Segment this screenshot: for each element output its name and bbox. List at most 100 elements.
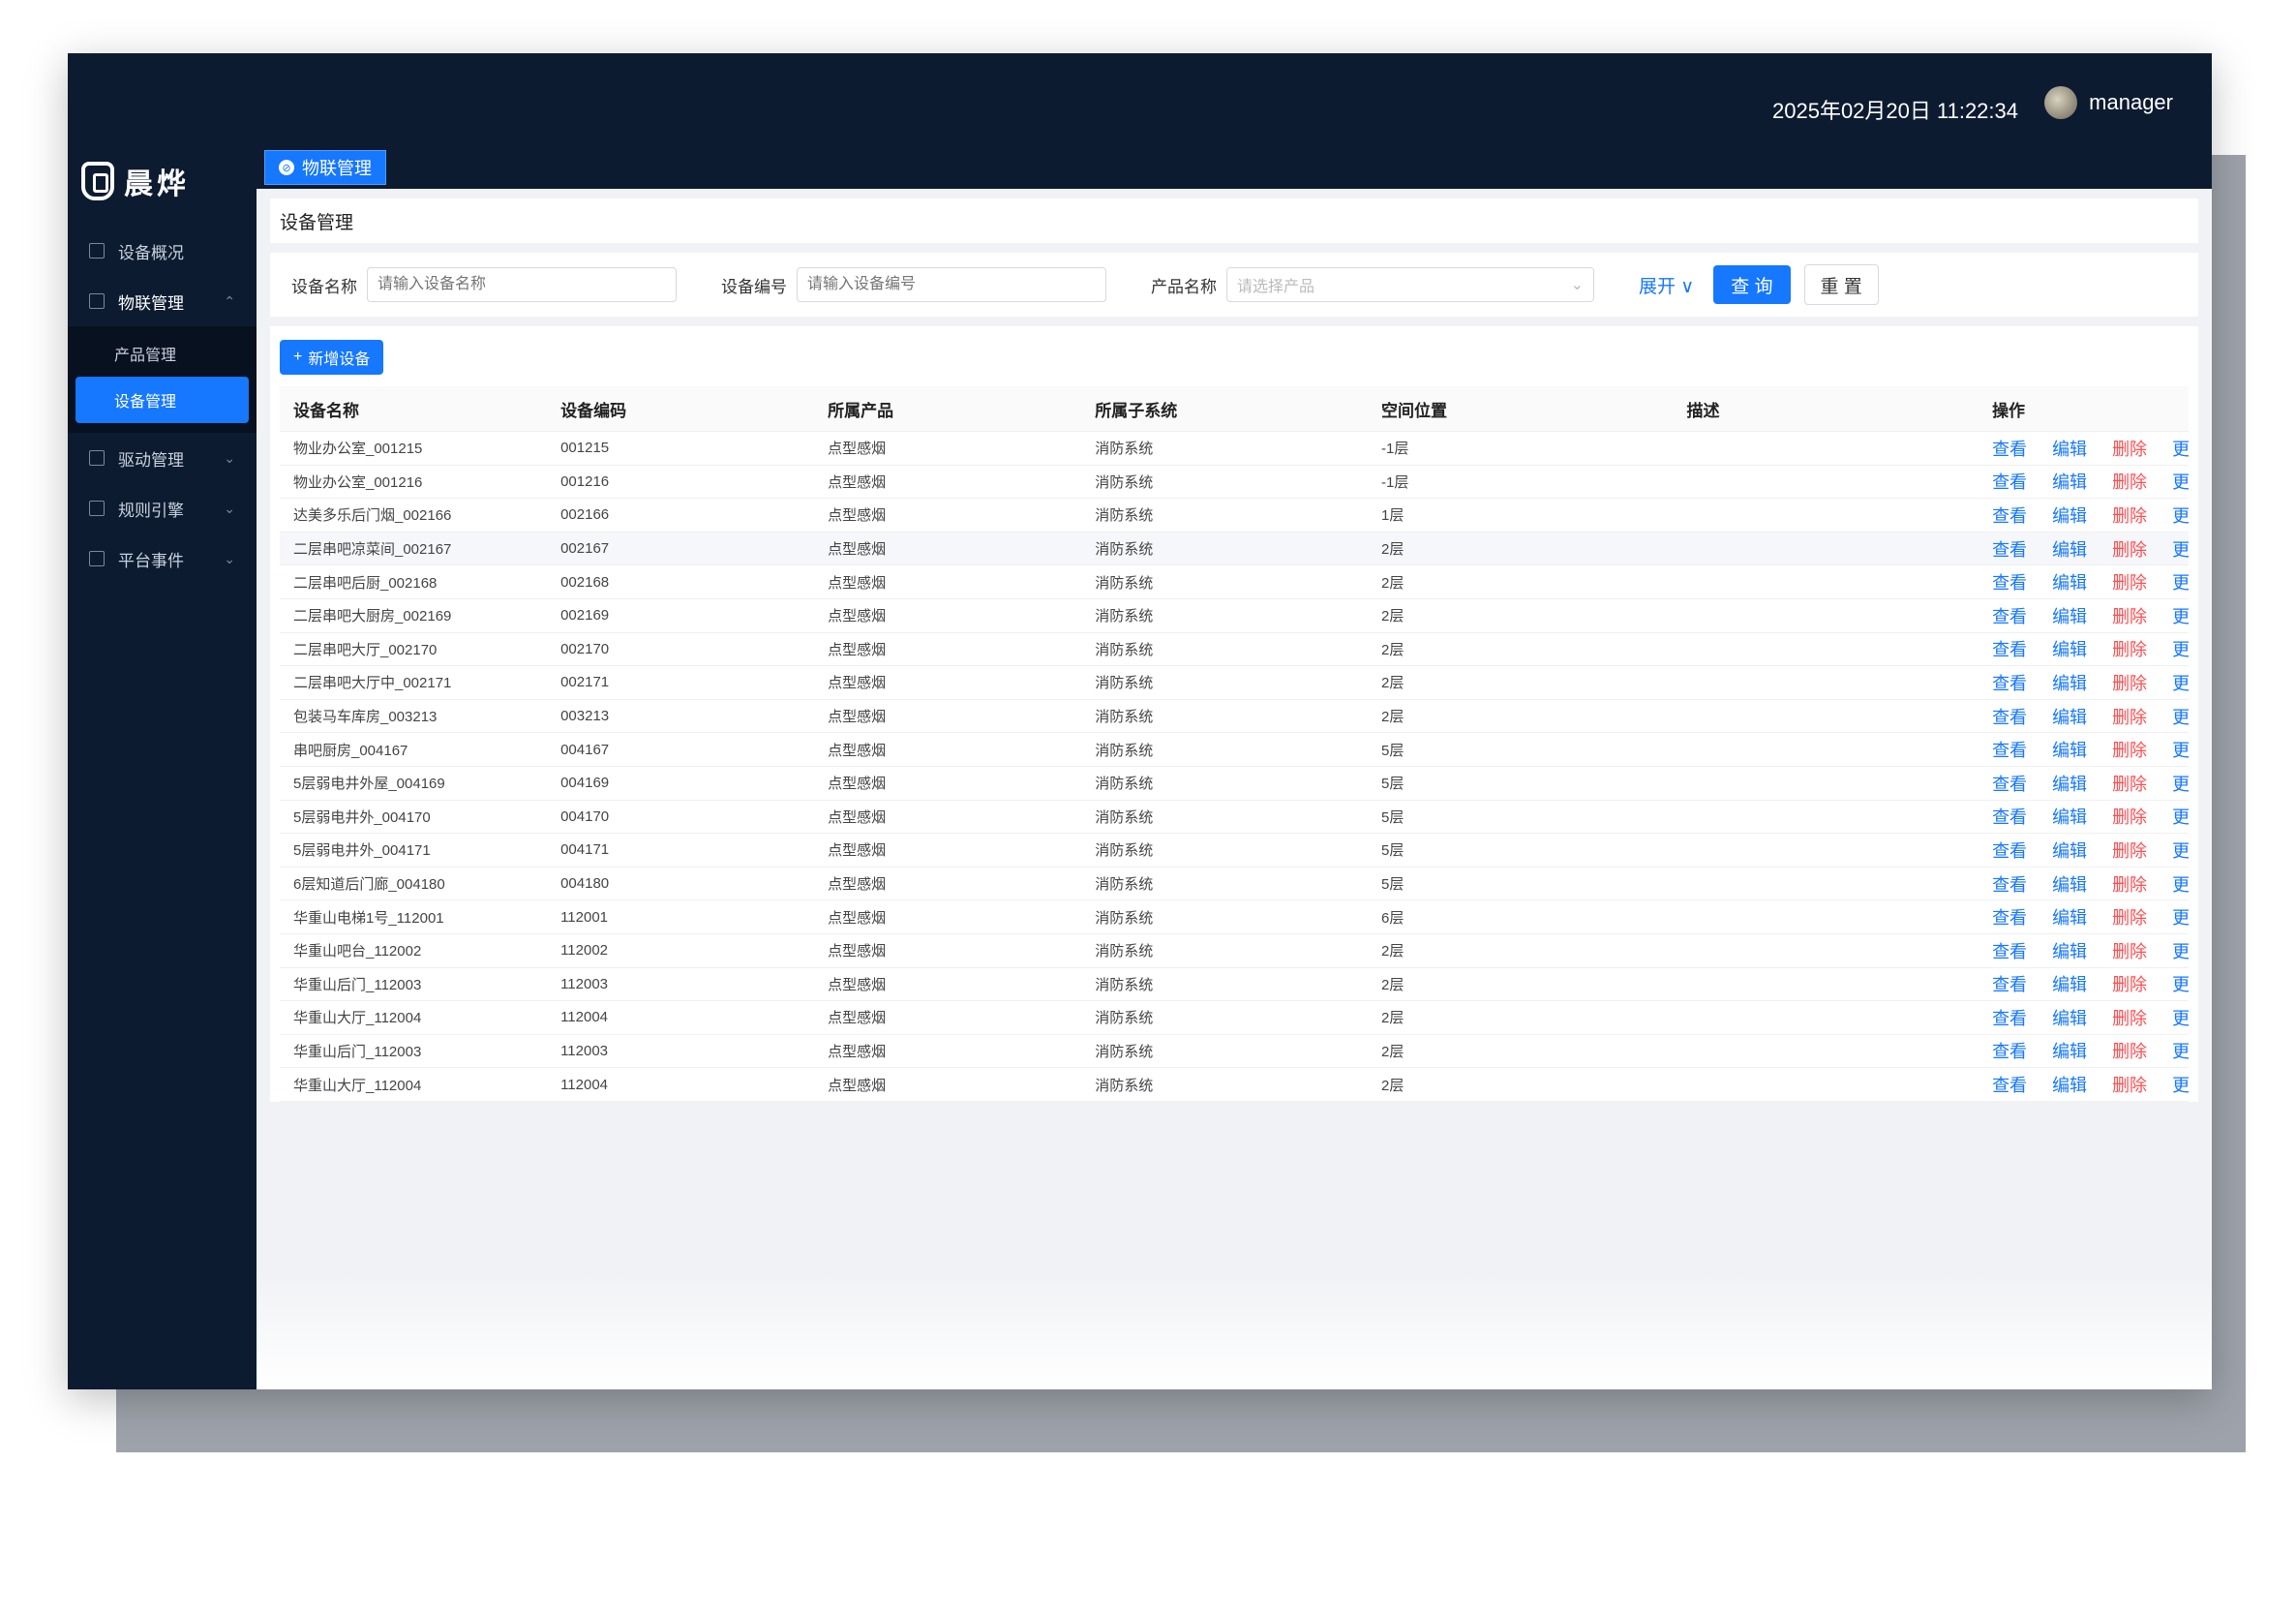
edit-link[interactable]: 编辑 [2052,603,2087,628]
view-link[interactable]: 查看 [1992,436,2027,461]
edit-link[interactable]: 编辑 [2052,536,2087,562]
view-link[interactable]: 查看 [1992,503,2027,528]
table-row[interactable]: 5层弱电井外_004171004171点型感烟消防系统5层 查看编辑删除更多 [280,833,2189,868]
view-link[interactable]: 查看 [1992,704,2027,729]
more-link[interactable]: 更多 [2172,536,2189,562]
view-link[interactable]: 查看 [1992,938,2027,963]
delete-link[interactable]: 删除 [2112,704,2147,729]
product-select[interactable]: 请选择产品 ⌄ [1226,267,1594,302]
delete-link[interactable]: 删除 [2112,1038,2147,1063]
table-row[interactable]: 物业办公室_001215001215点型感烟消防系统-1层 查看编辑删除更多 [280,431,2189,466]
view-link[interactable]: 查看 [1992,469,2027,494]
edit-link[interactable]: 编辑 [2052,938,2087,963]
delete-link[interactable]: 删除 [2112,1005,2147,1030]
table-row[interactable]: 华重山吧台_112002112002点型感烟消防系统2层 查看编辑删除更多 [280,933,2189,968]
table-row[interactable]: 二层串吧后厨_002168002168点型感烟消防系统2层 查看编辑删除更多 [280,564,2189,599]
more-link[interactable]: 更多 [2172,503,2189,528]
edit-link[interactable]: 编辑 [2052,436,2087,461]
edit-link[interactable]: 编辑 [2052,1038,2087,1063]
more-link[interactable]: 更多 [2172,871,2189,897]
more-link[interactable]: 更多 [2172,737,2189,762]
edit-link[interactable]: 编辑 [2052,871,2087,897]
delete-link[interactable]: 删除 [2112,569,2147,594]
sidebar-item-iot[interactable]: 物联管理 ⌃ [68,276,257,326]
table-row[interactable]: 二层串吧大厨房_002169002169点型感烟消防系统2层 查看编辑删除更多 [280,598,2189,633]
column-header[interactable]: 所属产品 [814,386,1082,432]
sidebar-item-platform-events[interactable]: 平台事件 ⌄ [68,533,257,584]
view-link[interactable]: 查看 [1992,971,2027,996]
delete-link[interactable]: 删除 [2112,603,2147,628]
more-link[interactable]: 更多 [2172,904,2189,929]
edit-link[interactable]: 编辑 [2052,838,2087,863]
sidebar-item-product-management[interactable]: 产品管理 [76,330,249,377]
view-link[interactable]: 查看 [1992,871,2027,897]
view-link[interactable]: 查看 [1992,737,2027,762]
table-row[interactable]: 物业办公室_001216001216点型感烟消防系统-1层 查看编辑删除更多 [280,465,2189,500]
edit-link[interactable]: 编辑 [2052,1072,2087,1097]
edit-link[interactable]: 编辑 [2052,503,2087,528]
view-link[interactable]: 查看 [1992,904,2027,929]
reset-button[interactable]: 重 置 [1803,264,1879,305]
view-link[interactable]: 查看 [1992,804,2027,829]
table-row[interactable]: 二层串吧大厅中_002171002171点型感烟消防系统2层 查看编辑删除更多 [280,665,2189,700]
table-row[interactable]: 5层弱电井外屋_004169004169点型感烟消防系统5层 查看编辑删除更多 [280,766,2189,801]
view-link[interactable]: 查看 [1992,569,2027,594]
search-button[interactable]: 查 询 [1713,265,1791,304]
delete-link[interactable]: 删除 [2112,503,2147,528]
delete-link[interactable]: 删除 [2112,436,2147,461]
view-link[interactable]: 查看 [1992,536,2027,562]
edit-link[interactable]: 编辑 [2052,469,2087,494]
table-row[interactable]: 华重山电梯1号_112001112001点型感烟消防系统6层 查看编辑删除更多 [280,899,2189,934]
column-header[interactable]: 设备名称 [280,386,548,432]
table-row[interactable]: 6层知道后门廊_004180004180点型感烟消防系统5层 查看编辑删除更多 [280,867,2189,901]
device-code-input[interactable] [797,267,1106,302]
more-link[interactable]: 更多 [2172,971,2189,996]
view-link[interactable]: 查看 [1992,771,2027,796]
more-link[interactable]: 更多 [2172,670,2189,695]
more-link[interactable]: 更多 [2172,704,2189,729]
tab-iot-management[interactable]: ⊘ 物联管理 [264,150,386,185]
delete-link[interactable]: 删除 [2112,871,2147,897]
table-row[interactable]: 达美多乐后门烟_002166002166点型感烟消防系统1层 查看编辑删除更多 [280,498,2189,533]
table-row[interactable]: 串吧厨房_004167004167点型感烟消防系统5层 查看编辑删除更多 [280,732,2189,767]
more-link[interactable]: 更多 [2172,1038,2189,1063]
view-link[interactable]: 查看 [1992,1072,2027,1097]
delete-link[interactable]: 删除 [2112,938,2147,963]
sidebar-item-overview[interactable]: 设备概况 [68,226,257,276]
more-link[interactable]: 更多 [2172,1072,2189,1097]
table-row[interactable]: 华重山后门_112003112003点型感烟消防系统2层 查看编辑删除更多 [280,1034,2189,1069]
edit-link[interactable]: 编辑 [2052,704,2087,729]
edit-link[interactable]: 编辑 [2052,670,2087,695]
more-link[interactable]: 更多 [2172,569,2189,594]
column-header[interactable]: 空间位置 [1368,386,1674,432]
view-link[interactable]: 查看 [1992,1005,2027,1030]
edit-link[interactable]: 编辑 [2052,904,2087,929]
more-link[interactable]: 更多 [2172,938,2189,963]
more-link[interactable]: 更多 [2172,603,2189,628]
more-link[interactable]: 更多 [2172,1005,2189,1030]
table-row[interactable]: 包装马车库房_003213003213点型感烟消防系统2层 查看编辑删除更多 [280,699,2189,734]
more-link[interactable]: 更多 [2172,636,2189,661]
delete-link[interactable]: 删除 [2112,737,2147,762]
device-name-input[interactable] [367,267,677,302]
view-link[interactable]: 查看 [1992,603,2027,628]
table-row[interactable]: 华重山大厅_112004112004点型感烟消防系统2层 查看编辑删除更多 [280,1067,2189,1102]
column-header[interactable]: 描述 [1673,386,1979,432]
more-link[interactable]: 更多 [2172,469,2189,494]
edit-link[interactable]: 编辑 [2052,1005,2087,1030]
sidebar-item-rule-engine[interactable]: 规则引擎 ⌄ [68,483,257,533]
delete-link[interactable]: 删除 [2112,971,2147,996]
delete-link[interactable]: 删除 [2112,469,2147,494]
delete-link[interactable]: 删除 [2112,771,2147,796]
view-link[interactable]: 查看 [1992,670,2027,695]
expand-filters-link[interactable]: 展开 ∨ [1639,272,1694,298]
table-row[interactable]: 二层串吧大厅_002170002170点型感烟消防系统2层 查看编辑删除更多 [280,632,2189,667]
more-link[interactable]: 更多 [2172,436,2189,461]
view-link[interactable]: 查看 [1992,838,2027,863]
sidebar-item-driver[interactable]: 驱动管理 ⌄ [68,433,257,483]
delete-link[interactable]: 删除 [2112,1072,2147,1097]
edit-link[interactable]: 编辑 [2052,971,2087,996]
column-header[interactable]: 设备编码 [547,386,815,432]
delete-link[interactable]: 删除 [2112,804,2147,829]
view-link[interactable]: 查看 [1992,636,2027,661]
